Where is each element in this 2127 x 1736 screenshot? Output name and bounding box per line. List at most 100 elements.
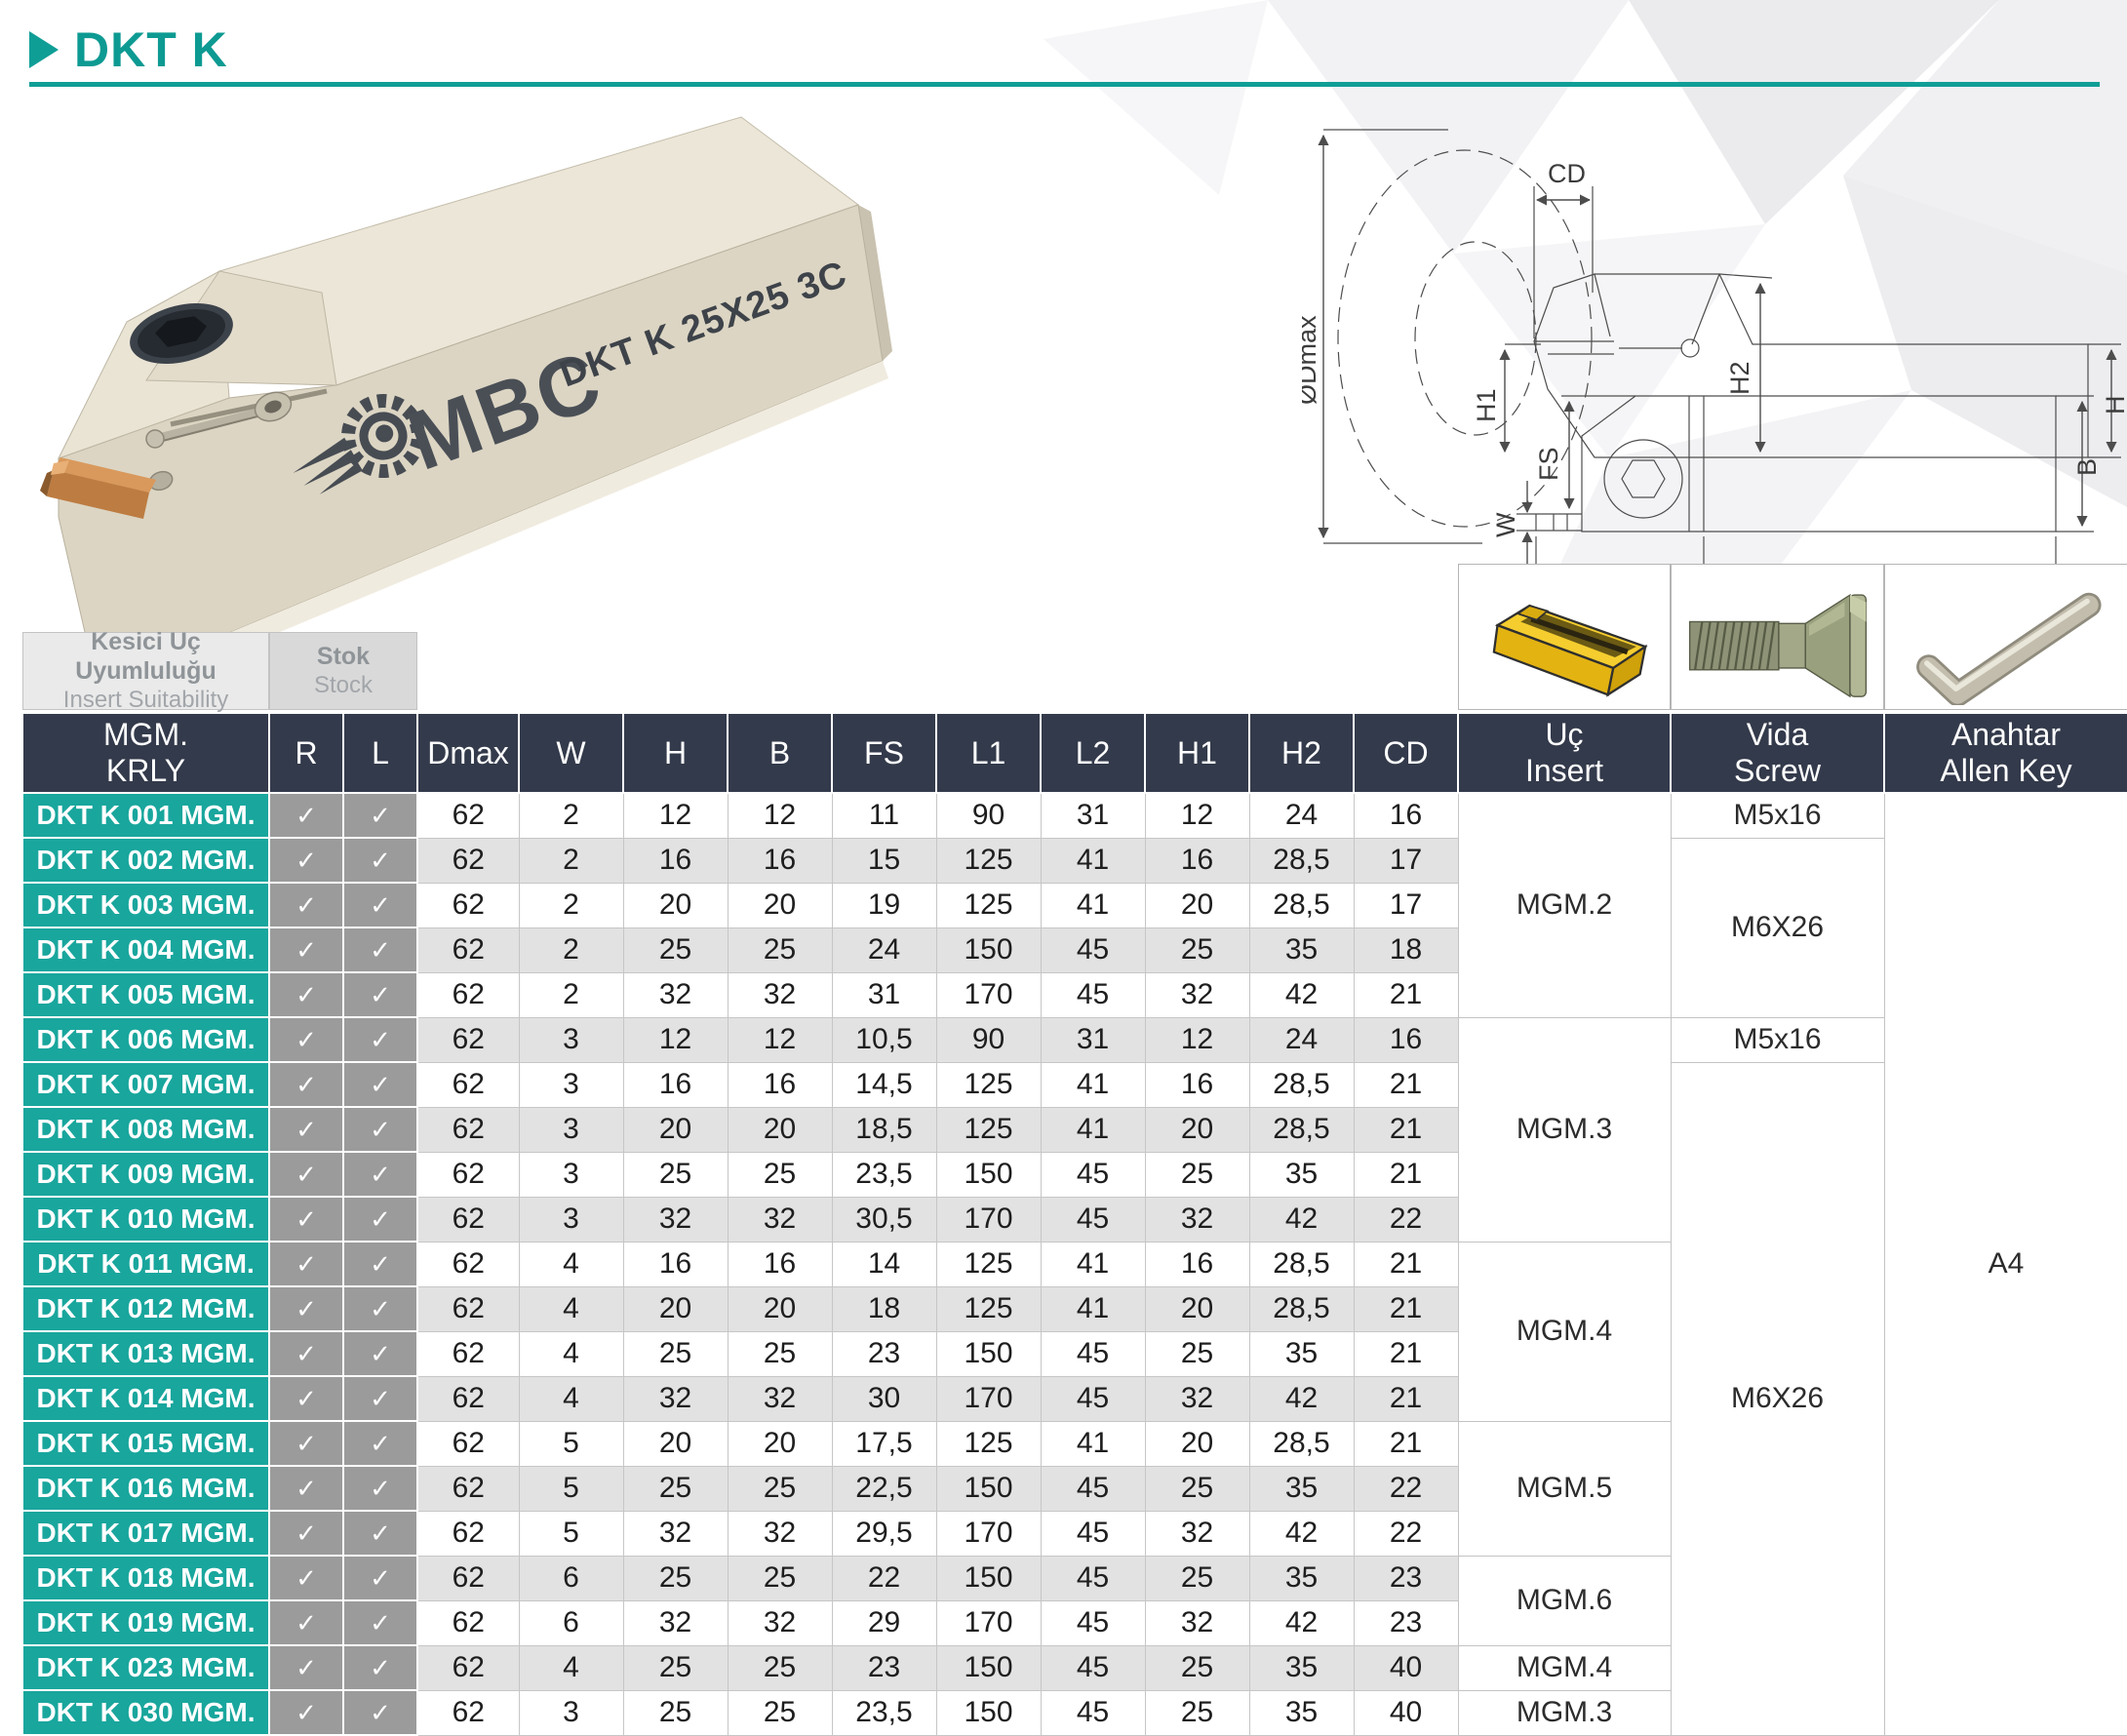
stock-check-r: ✓: [269, 1466, 343, 1511]
dim-l2: 31: [1041, 1017, 1145, 1062]
dim-dmax: 62: [417, 972, 519, 1017]
dim-h: 32: [623, 1600, 728, 1645]
dim-h2: 35: [1249, 1556, 1354, 1600]
dim-h: 25: [623, 927, 728, 972]
dim-l1: 170: [936, 1600, 1041, 1645]
stock-check-l: ✓: [343, 1376, 417, 1421]
dim-w: 2: [519, 927, 623, 972]
allen-key-image-box: [1884, 564, 2127, 710]
insert-suitability-cell: Kesici Uç Uyumluluğu Insert Suitability: [22, 564, 269, 713]
col-header-name: MGM. KRLY: [22, 713, 269, 793]
product-code: DKT K 001 MGM.: [22, 793, 269, 838]
product-code: DKT K 016 MGM.: [22, 1466, 269, 1511]
dim-l1: 125: [936, 1286, 1041, 1331]
dim-w: 4: [519, 1645, 623, 1690]
dim-h2: 24: [1249, 1017, 1354, 1062]
dim-w: 5: [519, 1511, 623, 1556]
dim-h: 12: [623, 1017, 728, 1062]
catalog-page: { "page": { "title": "DKT K" }, "product…: [0, 0, 2127, 1706]
dim-h: 20: [623, 1107, 728, 1152]
col-header-h2: H2: [1249, 713, 1354, 793]
col-header-w: W: [519, 713, 623, 793]
dim-b: 25: [728, 1645, 832, 1690]
insert-type: MGM.3: [1458, 1690, 1671, 1735]
dim-h2: 28,5: [1249, 1421, 1354, 1466]
dim-w: 4: [519, 1286, 623, 1331]
dim-h1: 32: [1145, 1511, 1249, 1556]
dim-l1: 90: [936, 1017, 1041, 1062]
dim-fs: 17,5: [832, 1421, 936, 1466]
dim-dmax: 62: [417, 1376, 519, 1421]
product-code: DKT K 019 MGM.: [22, 1600, 269, 1645]
dim-fs: 23: [832, 1645, 936, 1690]
col-header-name-line2: KRLY: [23, 753, 268, 789]
dim-fs: 14,5: [832, 1062, 936, 1107]
spec-table: Kesici Uç Uyumluluğu Insert Suitability …: [21, 564, 2127, 1736]
dim-fs: 30: [832, 1376, 936, 1421]
product-code: DKT K 015 MGM.: [22, 1421, 269, 1466]
dim-h: 20: [623, 1286, 728, 1331]
screw-size: M5x16: [1671, 1017, 1884, 1062]
dim-dmax: 62: [417, 1152, 519, 1197]
dim-l1: 125: [936, 1062, 1041, 1107]
dim-h: 32: [623, 972, 728, 1017]
product-code: DKT K 030 MGM.: [22, 1690, 269, 1735]
dim-w: 3: [519, 1107, 623, 1152]
dim-l2: 41: [1041, 838, 1145, 883]
insert-image-box: [1458, 564, 1671, 710]
dim-b: 20: [728, 1421, 832, 1466]
dim-h1: 16: [1145, 1242, 1249, 1286]
col-header-screw: Vida Screw: [1671, 713, 1884, 793]
dim-h1: 25: [1145, 1466, 1249, 1511]
dim-w: 6: [519, 1600, 623, 1645]
dim-dmax: 62: [417, 1466, 519, 1511]
product-code: DKT K 017 MGM.: [22, 1511, 269, 1556]
dim-l2: 45: [1041, 1466, 1145, 1511]
dim-h2: 28,5: [1249, 1062, 1354, 1107]
dim-h1: 25: [1145, 927, 1249, 972]
dim-fs: 22: [832, 1556, 936, 1600]
dim-b: 32: [728, 1376, 832, 1421]
dim-cd: 21: [1354, 1421, 1458, 1466]
dim-h: 25: [623, 1556, 728, 1600]
dim-fs: 23,5: [832, 1690, 936, 1735]
dim-cd: 23: [1354, 1600, 1458, 1645]
dim-h1: 32: [1145, 1376, 1249, 1421]
stock-check-r: ✓: [269, 838, 343, 883]
dim-l2: 41: [1041, 1062, 1145, 1107]
insert-type: MGM.2: [1458, 793, 1671, 1017]
stock-label: Stok Stock: [269, 632, 417, 710]
dim-h1: 16: [1145, 1062, 1249, 1107]
stock-check-l: ✓: [343, 1197, 417, 1242]
dim-fs: 23,5: [832, 1152, 936, 1197]
dim-b: 25: [728, 1556, 832, 1600]
header-row: MGM. KRLY R L Dmax W H B FS L1 L2 H1 H2 …: [22, 713, 2127, 793]
dim-l1: 170: [936, 1511, 1041, 1556]
dim-l1: 125: [936, 883, 1041, 927]
dim-fs: 23: [832, 1331, 936, 1376]
stock-check-l: ✓: [343, 883, 417, 927]
stock-check-l: ✓: [343, 1242, 417, 1286]
stock-check-r: ✓: [269, 927, 343, 972]
dim-fs: 10,5: [832, 1017, 936, 1062]
dim-cd: 23: [1354, 1556, 1458, 1600]
dim-dmax: 62: [417, 1107, 519, 1152]
col-header-allen-tr: Anahtar: [1885, 717, 2127, 753]
dim-h2: 35: [1249, 927, 1354, 972]
dim-h: 32: [623, 1376, 728, 1421]
col-header-fs: FS: [832, 713, 936, 793]
dim-h2: 28,5: [1249, 1286, 1354, 1331]
dim-b: 16: [728, 1242, 832, 1286]
stock-tr: Stok: [317, 642, 370, 671]
dim-l2: 45: [1041, 1645, 1145, 1690]
stock-check-r: ✓: [269, 1152, 343, 1197]
product-code: DKT K 018 MGM.: [22, 1556, 269, 1600]
product-code: DKT K 003 MGM.: [22, 883, 269, 927]
dim-dmax: 62: [417, 1690, 519, 1735]
dim-h1: 25: [1145, 1690, 1249, 1735]
dim-l2: 41: [1041, 883, 1145, 927]
screw-image-box: [1671, 564, 1884, 710]
col-header-l2: L2: [1041, 713, 1145, 793]
dim-w: 3: [519, 1197, 623, 1242]
dim-cd: 17: [1354, 838, 1458, 883]
